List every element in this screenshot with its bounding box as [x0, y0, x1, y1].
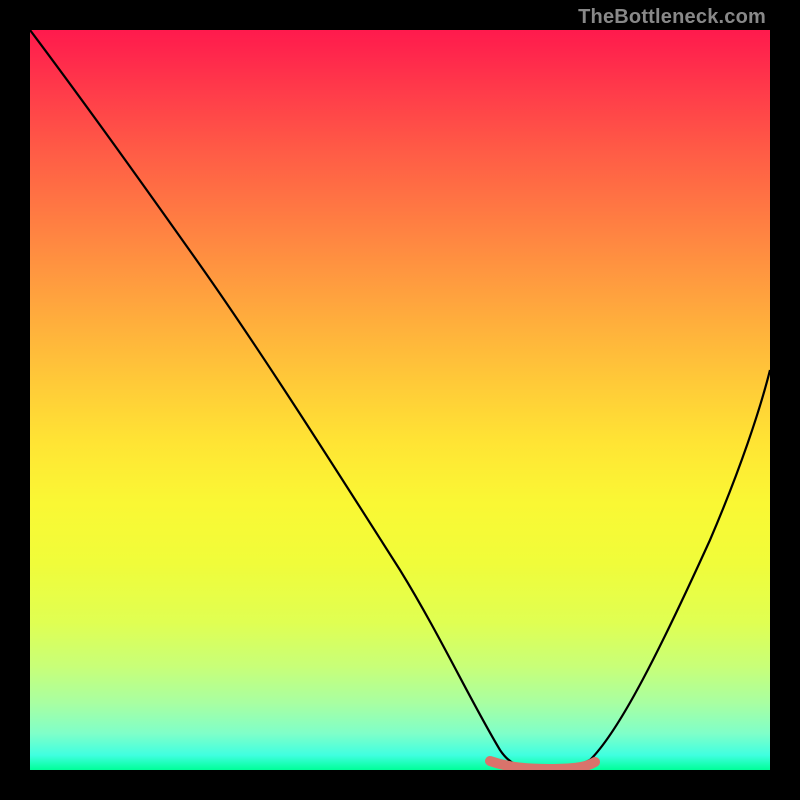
curve-layer — [30, 30, 770, 770]
bottleneck-curve-path — [30, 30, 770, 768]
watermark-text: TheBottleneck.com — [578, 6, 766, 29]
plot-area — [30, 30, 770, 770]
highlight-band-path — [490, 761, 595, 769]
chart-frame: TheBottleneck.com — [0, 0, 800, 800]
